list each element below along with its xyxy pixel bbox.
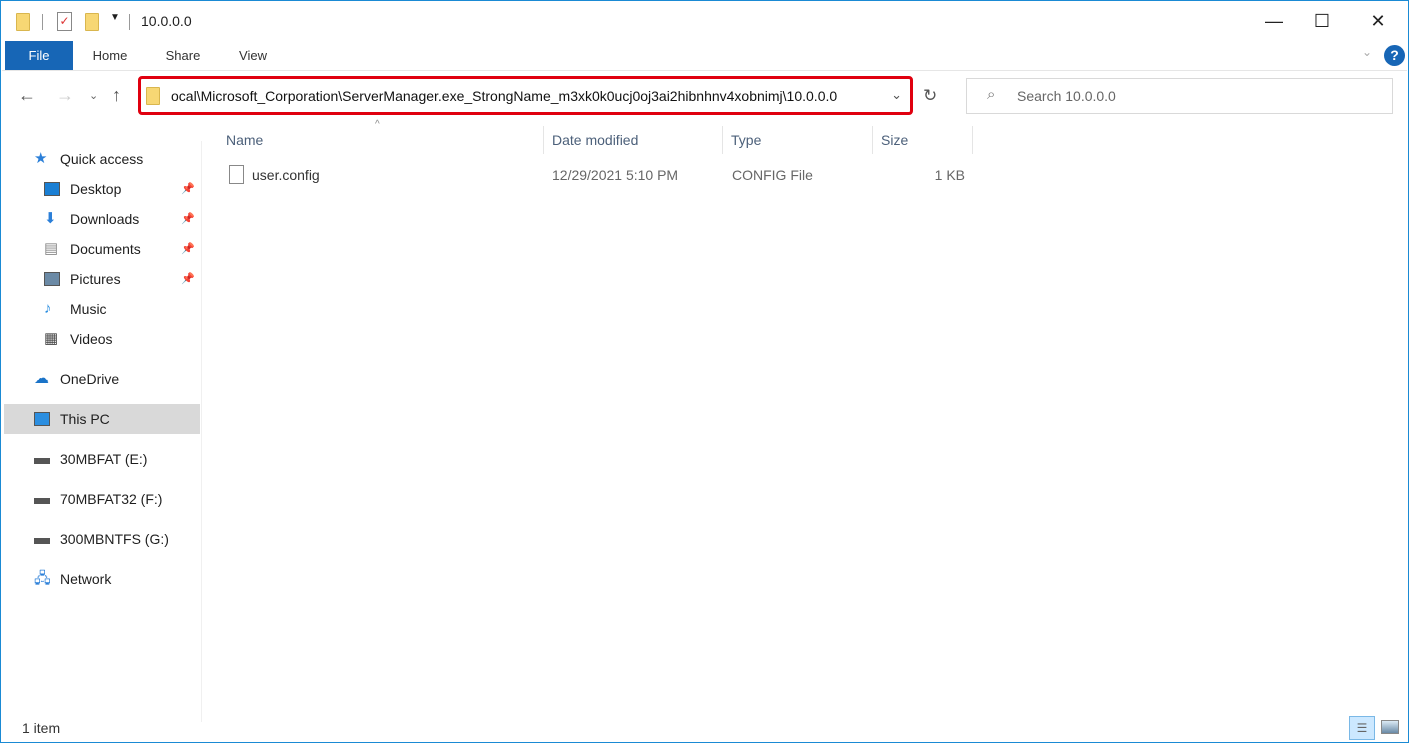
file-icon — [229, 165, 244, 184]
picture-icon — [44, 272, 60, 286]
desktop-icon — [44, 182, 60, 196]
address-dropdown-icon[interactable]: ⌄ — [891, 87, 902, 103]
divider — [129, 14, 130, 30]
star-icon: ★ — [34, 150, 48, 167]
search-box[interactable]: ⌕ Search 10.0.0.0 — [966, 78, 1393, 114]
explorer-window: ✓ ▼ 10.0.0.0 — ☐ ✕ File Home Share View … — [0, 0, 1409, 743]
status-item-count: 1 item — [22, 720, 61, 736]
sidebar-item-label: Quick access — [60, 151, 144, 167]
sidebar-item-desktop[interactable]: Desktop 📌 — [4, 174, 200, 204]
sidebar-item-videos[interactable]: ▦ Videos — [4, 324, 200, 354]
file-name[interactable]: user.config — [252, 167, 320, 183]
minimize-button[interactable]: — — [1251, 1, 1297, 41]
sidebar-item-downloads[interactable]: ⬇ Downloads 📌 — [4, 204, 200, 234]
expand-ribbon-icon[interactable]: ⌄ — [1362, 45, 1372, 59]
sidebar-item-onedrive[interactable]: ☁ OneDrive — [4, 364, 200, 394]
sidebar-item-label: Pictures — [70, 271, 121, 287]
folder-icon — [16, 13, 30, 31]
sidebar-item-label: Documents — [70, 241, 141, 257]
sidebar-item-70mbfat32-f[interactable]: 70MBFAT32 (F:) — [4, 484, 200, 514]
network-icon: 🖧 — [34, 570, 51, 587]
sidebar-item-label: This PC — [60, 411, 110, 427]
back-button[interactable]: ← — [18, 85, 36, 106]
customize-toolbar-icon[interactable]: ▼ — [110, 12, 120, 23]
pin-icon[interactable]: 📌 — [181, 204, 195, 234]
recent-locations-icon[interactable]: ⌄ — [89, 89, 98, 102]
sidebar-item-documents[interactable]: ▤ Documents 📌 — [4, 234, 200, 264]
file-size: 1 KB — [934, 167, 965, 183]
drive-icon — [34, 538, 50, 544]
large-icons-view-button[interactable] — [1381, 720, 1399, 734]
properties-icon[interactable]: ✓ — [57, 12, 72, 31]
navigation-pane: ★ Quick access Desktop 📌 ⬇ Downloads 📌 ▤ Documen… — [2, 141, 202, 722]
details-view-button[interactable]: ☰ — [1349, 716, 1375, 740]
sidebar-item-pictures[interactable]: Pictures 📌 — [4, 264, 200, 294]
sidebar-item-30mbfat-e[interactable]: 30MBFAT (E:) — [4, 444, 200, 474]
search-input[interactable]: Search 10.0.0.0 — [1017, 88, 1116, 104]
document-icon: ▤ — [44, 240, 59, 257]
tab-file[interactable]: File — [5, 41, 73, 71]
help-icon[interactable]: ? — [1384, 45, 1405, 66]
pin-icon[interactable]: 📌 — [181, 234, 195, 264]
sidebar-item-music[interactable]: ♪ Music — [4, 294, 200, 324]
address-bar[interactable]: ocal\Microsoft_Corporation\ServerManager… — [138, 76, 913, 115]
column-header-size[interactable]: Size — [873, 126, 973, 154]
sidebar-item-label: Desktop — [70, 181, 122, 197]
sidebar-item-label: 30MBFAT (E:) — [60, 451, 148, 467]
tab-view[interactable]: View — [227, 41, 279, 71]
column-header-date[interactable]: Date modified — [544, 126, 723, 154]
refresh-button[interactable]: ↻ — [923, 86, 937, 106]
address-path[interactable]: ocal\Microsoft_Corporation\ServerManager… — [171, 88, 837, 104]
sidebar-item-300mbntfs-g[interactable]: 300MBNTFS (G:) — [4, 524, 200, 554]
file-date: 12/29/2021 5:10 PM — [552, 167, 679, 183]
drive-icon — [34, 498, 50, 504]
music-icon: ♪ — [44, 300, 52, 317]
computer-icon — [34, 412, 50, 426]
sidebar-item-label: 300MBNTFS (G:) — [60, 531, 169, 547]
pin-icon[interactable]: 📌 — [181, 174, 195, 204]
download-icon: ⬇ — [44, 210, 57, 227]
pin-icon[interactable]: 📌 — [181, 264, 195, 294]
sidebar-item-network[interactable]: 🖧 Network — [4, 564, 200, 594]
search-icon: ⌕ — [987, 86, 996, 103]
sidebar-item-this-pc[interactable]: This PC — [4, 404, 200, 434]
title-bar: ✓ ▼ 10.0.0.0 — ☐ ✕ — [1, 1, 1408, 41]
folder-icon — [146, 87, 160, 105]
new-folder-icon[interactable] — [85, 13, 99, 31]
tab-home[interactable]: Home — [81, 41, 139, 71]
column-header-name[interactable]: Name — [218, 126, 544, 154]
sidebar-item-label: Videos — [70, 331, 113, 347]
sidebar-item-label: Music — [70, 301, 107, 317]
forward-button[interactable]: → — [56, 85, 74, 106]
close-button[interactable]: ✕ — [1355, 1, 1401, 41]
file-type: CONFIG File — [732, 167, 813, 183]
cloud-icon: ☁ — [34, 370, 49, 387]
sidebar-item-label: Downloads — [70, 211, 140, 227]
up-button[interactable]: ↑ — [112, 85, 121, 106]
sidebar-item-quick-access[interactable]: ★ Quick access — [4, 144, 200, 174]
sidebar-item-label: OneDrive — [60, 371, 120, 387]
video-icon: ▦ — [44, 330, 59, 347]
window-title: 10.0.0.0 — [141, 13, 192, 29]
tab-share[interactable]: Share — [153, 41, 213, 71]
column-header-type[interactable]: Type — [723, 126, 873, 154]
divider — [42, 14, 43, 30]
sidebar-item-label: 70MBFAT32 (F:) — [60, 491, 163, 507]
ribbon-divider — [2, 70, 1407, 71]
sidebar-item-label: Network — [60, 571, 112, 587]
maximize-button[interactable]: ☐ — [1299, 1, 1345, 41]
drive-icon — [34, 458, 50, 464]
